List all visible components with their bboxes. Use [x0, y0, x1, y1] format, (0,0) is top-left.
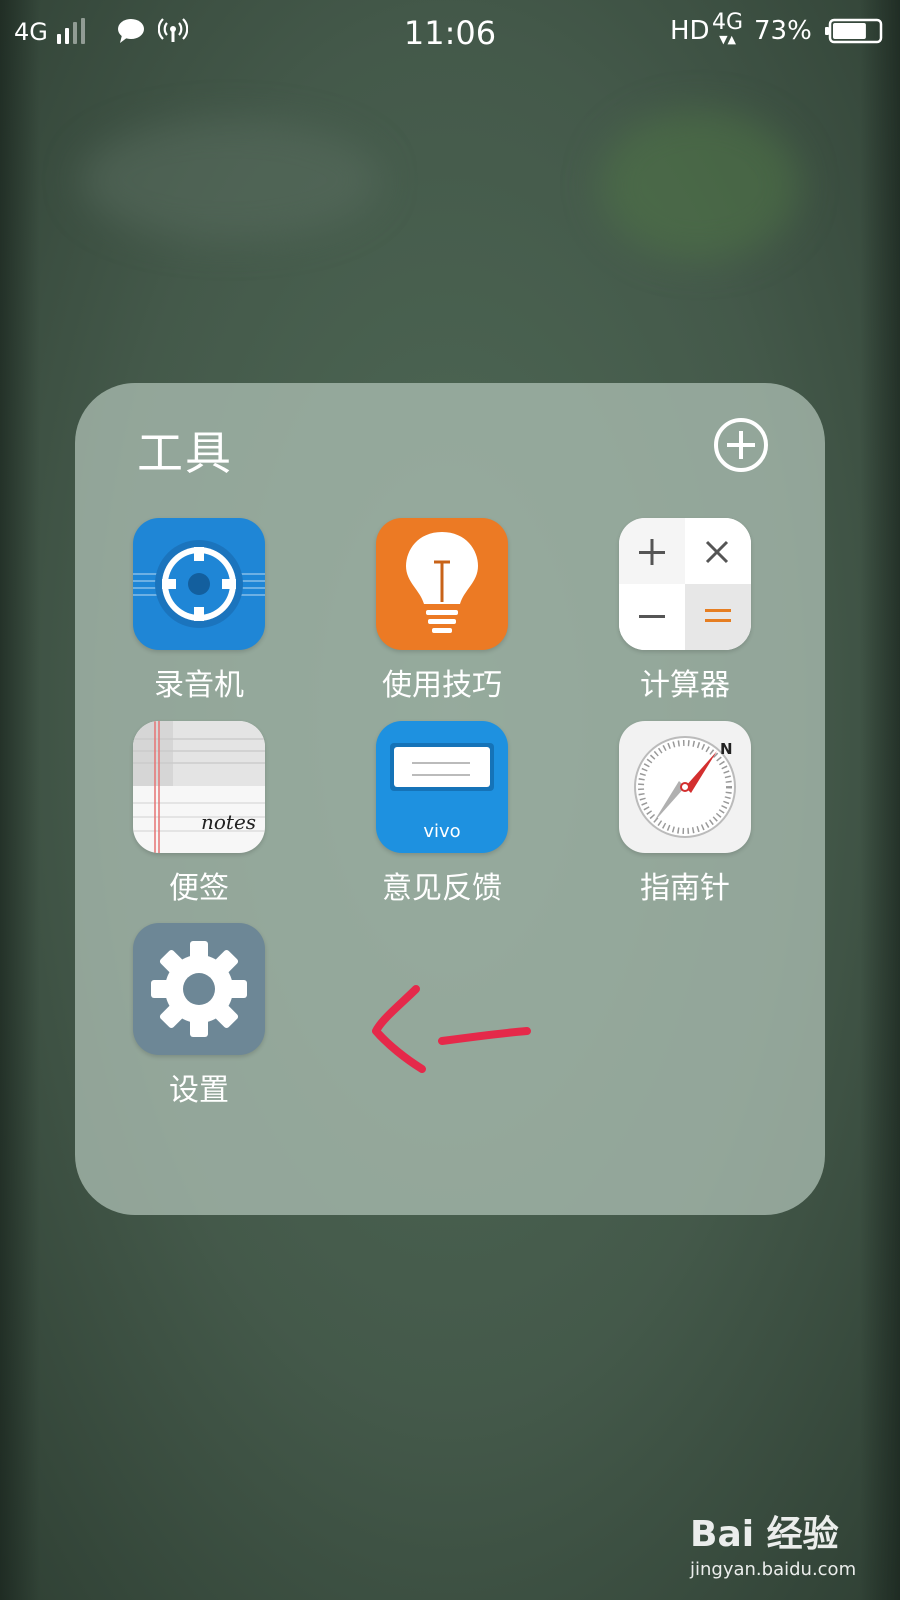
- svg-text:N: N: [720, 740, 733, 758]
- hd-label: HD: [670, 16, 710, 46]
- battery-icon: [825, 18, 883, 44]
- app-label: 计算器: [640, 668, 730, 703]
- calculator-icon: [619, 518, 751, 650]
- red-arrow-annotation: [372, 985, 531, 1073]
- app-label: 使用技巧: [382, 668, 502, 703]
- app-label: 指南针: [640, 871, 730, 906]
- watermark-url: jingyan.baidu.com: [690, 1559, 857, 1580]
- app-tips[interactable]: 使用技巧: [372, 518, 512, 704]
- feedback-icon: vivo: [376, 721, 508, 853]
- notes-icon-text: notes: [201, 810, 256, 834]
- app-label: 便签: [169, 871, 229, 906]
- plus-circle-icon[interactable]: [713, 417, 769, 473]
- app-notes[interactable]: notes 便签: [129, 721, 269, 907]
- data-arrows-icon: ▼▲: [719, 33, 736, 46]
- app-label: 设置: [169, 1073, 229, 1108]
- network-type-label: 4G: [712, 10, 744, 35]
- baidu-watermark: Bai 经验 jingyan.baidu.com: [690, 1505, 856, 1580]
- notes-icon: notes: [133, 721, 265, 853]
- battery-percent: 73%: [754, 16, 812, 46]
- tools-folder: 工具 录音机 使用技巧 计算器 notes 便签 vivo 意见反馈 N 指南针…: [75, 383, 825, 1215]
- app-settings[interactable]: 设置: [129, 923, 269, 1109]
- app-label: 录音机: [154, 668, 244, 703]
- recorder-icon: [133, 518, 265, 650]
- folder-title: 工具: [137, 426, 233, 480]
- app-label: 意见反馈: [382, 871, 502, 906]
- app-recorder[interactable]: 录音机: [129, 518, 269, 704]
- app-calculator[interactable]: 计算器: [615, 518, 755, 704]
- watermark-logo: Bai 经验: [690, 1514, 839, 1555]
- app-feedback[interactable]: vivo 意见反馈: [372, 721, 512, 907]
- wallpaper-edge-left: [0, 0, 40, 1600]
- network-type: 4G ▼▲: [712, 10, 744, 46]
- compass-icon: N: [619, 721, 751, 853]
- wallpaper-edge-right: [860, 0, 900, 1600]
- app-compass[interactable]: N 指南针: [615, 721, 755, 907]
- status-bar: 4G 11:06 HD 4G ▼▲ 73%: [0, 0, 900, 64]
- vivo-logo-text: vivo: [423, 821, 460, 842]
- wallpaper-blur: [80, 120, 380, 240]
- wallpaper-blur: [600, 110, 800, 260]
- settings-gear-icon: [133, 923, 265, 1055]
- lightbulb-icon: [376, 518, 508, 650]
